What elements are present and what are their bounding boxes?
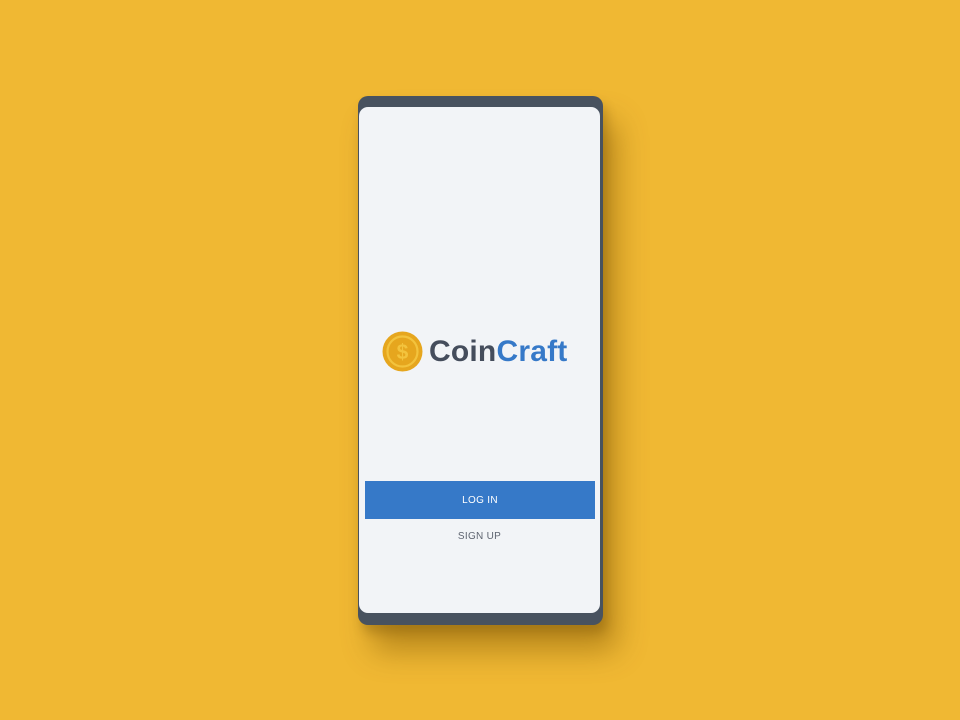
app-screen: $ CoinCraft LOG IN SIGN UP [359,107,600,613]
app-logo: $ CoinCraft [382,331,567,372]
login-button[interactable]: LOG IN [365,481,595,519]
brand-name-part-2: Craft [496,334,568,368]
brand-name-part-1: Coin [429,334,497,368]
background: $ CoinCraft LOG IN SIGN UP [0,0,960,720]
phone-frame: $ CoinCraft LOG IN SIGN UP [358,96,603,625]
brand-name: CoinCraft [429,334,568,368]
dollar-coin-icon: $ [382,331,423,372]
signup-link[interactable]: SIGN UP [359,531,600,542]
coin-symbol: $ [397,341,409,364]
